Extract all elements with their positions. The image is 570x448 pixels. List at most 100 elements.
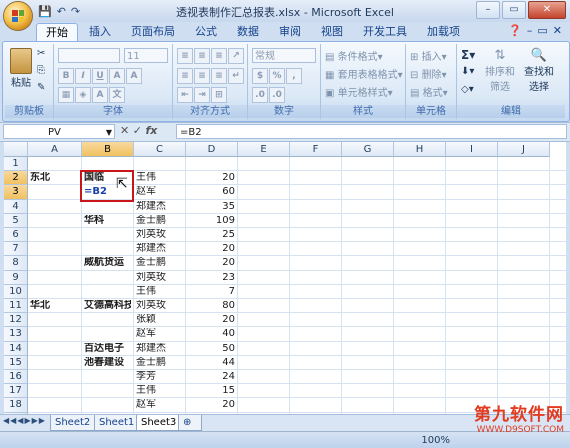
cell-d8[interactable]: 20 <box>188 257 235 269</box>
column-header-e[interactable]: E <box>238 142 290 157</box>
ribbon-minimize-icon[interactable]: – <box>527 24 533 37</box>
row-header-16[interactable]: 16 <box>4 370 28 385</box>
cell-d17[interactable]: 15 <box>188 385 235 397</box>
cell-b15[interactable]: 池春建设 <box>84 357 131 369</box>
row-header-4[interactable]: 4 <box>4 199 28 214</box>
insert-function-icon[interactable]: fx <box>145 124 157 137</box>
fill-color-icon[interactable]: ◈ <box>75 87 91 103</box>
find-select-button[interactable]: 🔍 查找和 选择 <box>519 48 559 93</box>
cell-c8[interactable]: 金士鹏 <box>136 257 183 269</box>
tab-view[interactable]: 视图 <box>312 23 352 41</box>
cell-d3[interactable]: 60 <box>188 186 235 198</box>
name-box[interactable]: PV ▼ <box>3 124 115 139</box>
cell-d5[interactable]: 109 <box>188 215 235 227</box>
percent-icon[interactable]: % <box>269 68 285 84</box>
align-middle-icon[interactable]: ≡ <box>194 48 210 64</box>
sheet-tab-sheet3[interactable]: Sheet3 <box>136 415 182 431</box>
cell-d16[interactable]: 24 <box>188 371 235 383</box>
cell-d14[interactable]: 50 <box>188 343 235 355</box>
cell-b8[interactable]: 威航货运 <box>84 257 131 269</box>
phonetic-icon[interactable]: 文 <box>109 87 125 103</box>
align-left-icon[interactable]: ≡ <box>177 68 193 84</box>
cell-a11[interactable]: 华北 <box>30 300 79 312</box>
currency-icon[interactable]: $ <box>252 68 268 84</box>
merge-center-icon[interactable]: ⊞ <box>211 87 227 103</box>
align-right-icon[interactable]: ≡ <box>211 68 227 84</box>
cell-c5[interactable]: 金士鹏 <box>136 215 183 227</box>
format-as-table-button[interactable]: ▦ 套用表格格式▾ <box>325 66 403 81</box>
minimize-button[interactable]: – <box>476 1 500 19</box>
cell-c11[interactable]: 刘英玫 <box>136 300 183 312</box>
cell-styles-button[interactable]: ▣ 单元格样式▾ <box>325 84 393 99</box>
row-header-3[interactable]: 3 <box>4 185 28 200</box>
worksheet-grid[interactable]: ABCDEFGHIJ12345678910111213141516171819东… <box>4 142 566 414</box>
row-header-17[interactable]: 17 <box>4 384 28 399</box>
cell-c7[interactable]: 郑建杰 <box>136 243 183 255</box>
cell-c14[interactable]: 郑建杰 <box>136 343 183 355</box>
conditional-formatting-button[interactable]: ▤ 条件格式▾ <box>325 48 383 63</box>
orientation-icon[interactable]: ↗ <box>228 48 244 64</box>
cell-b11[interactable]: 艾德高科技 <box>84 300 131 312</box>
cell-d18[interactable]: 20 <box>188 399 235 411</box>
cell-c10[interactable]: 王伟 <box>136 286 183 298</box>
help-icon[interactable]: ❓ <box>508 24 522 37</box>
row-header-18[interactable]: 18 <box>4 398 28 413</box>
bold-icon[interactable]: B <box>58 68 74 84</box>
align-center-icon[interactable]: ≡ <box>194 68 210 84</box>
column-header-a[interactable]: A <box>28 142 82 157</box>
cell-d11[interactable]: 80 <box>188 300 235 312</box>
undo-icon[interactable]: ↶ <box>57 5 66 18</box>
cell-c13[interactable]: 赵军 <box>136 328 183 340</box>
column-header-i[interactable]: I <box>446 142 498 157</box>
tab-page-layout[interactable]: 页面布局 <box>122 23 184 41</box>
cell-c17[interactable]: 王伟 <box>136 385 183 397</box>
column-header-j[interactable]: J <box>498 142 550 157</box>
cell-b14[interactable]: 百达电子 <box>84 343 131 355</box>
insert-sheet-icon[interactable]: ⊕ <box>178 415 202 431</box>
align-top-icon[interactable]: ≡ <box>177 48 193 64</box>
tab-addins[interactable]: 加载项 <box>418 23 469 41</box>
tab-review[interactable]: 审阅 <box>270 23 310 41</box>
column-header-d[interactable]: D <box>186 142 238 157</box>
format-painter-icon[interactable]: ✎ <box>37 82 45 93</box>
cell-c4[interactable]: 郑建杰 <box>136 201 183 213</box>
tab-home[interactable]: 开始 <box>36 23 78 42</box>
delete-cells-button[interactable]: ⊟ 删除▾ <box>410 66 447 81</box>
row-header-1[interactable]: 1 <box>4 157 28 172</box>
column-header-f[interactable]: F <box>290 142 342 157</box>
grow-font-icon[interactable]: A <box>109 68 125 84</box>
column-header-b[interactable]: B <box>82 142 134 157</box>
cell-d9[interactable]: 23 <box>188 272 235 284</box>
column-header-g[interactable]: G <box>342 142 394 157</box>
cell-c2[interactable]: 王伟 <box>136 172 183 184</box>
increase-decimal-icon[interactable]: .0 <box>252 87 268 103</box>
row-header-15[interactable]: 15 <box>4 355 28 370</box>
row-header-12[interactable]: 12 <box>4 313 28 328</box>
border-icon[interactable]: ▦ <box>58 87 74 103</box>
office-button[interactable] <box>4 2 32 30</box>
row-header-13[interactable]: 13 <box>4 327 28 342</box>
cell-d7[interactable]: 20 <box>188 243 235 255</box>
cancel-icon[interactable]: ✕ <box>120 124 129 137</box>
shrink-font-icon[interactable]: A <box>126 68 142 84</box>
fill-icon[interactable]: ⬇▾ <box>461 66 474 77</box>
tab-developer[interactable]: 开发工具 <box>354 23 416 41</box>
comma-icon[interactable]: , <box>286 68 302 84</box>
cell-c12[interactable]: 张颖 <box>136 314 183 326</box>
row-header-9[interactable]: 9 <box>4 270 28 285</box>
decrease-indent-icon[interactable]: ⇤ <box>177 87 193 103</box>
cell-d15[interactable]: 44 <box>188 357 235 369</box>
row-header-7[interactable]: 7 <box>4 242 28 257</box>
clear-icon[interactable]: ◇▾ <box>461 84 474 95</box>
tab-insert[interactable]: 插入 <box>80 23 120 41</box>
sheet-tab-sheet1[interactable]: Sheet1 <box>94 415 140 431</box>
paste-button[interactable]: 粘贴 <box>9 48 33 89</box>
close-button[interactable]: ✕ <box>528 1 566 19</box>
autosum-icon[interactable]: Σ▾ <box>461 48 475 62</box>
row-header-14[interactable]: 14 <box>4 341 28 356</box>
tab-formulas[interactable]: 公式 <box>186 23 226 41</box>
decrease-decimal-icon[interactable]: .0 <box>269 87 285 103</box>
column-header-c[interactable]: C <box>134 142 186 157</box>
sheet-tab-sheet2[interactable]: Sheet2 <box>50 415 96 431</box>
row-header-2[interactable]: 2 <box>4 171 28 186</box>
